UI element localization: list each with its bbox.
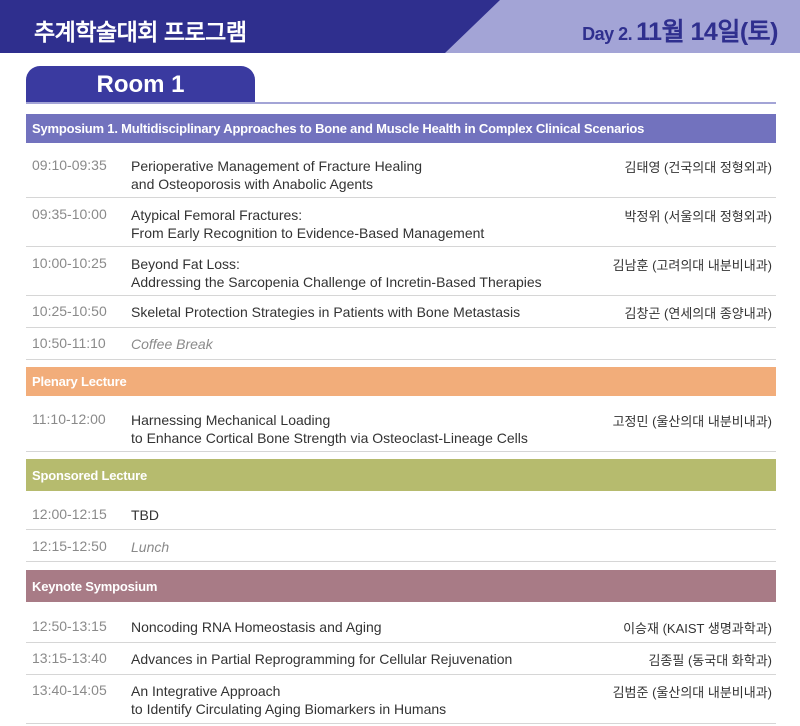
speaker: 고정민 (울산의대 내분비내과) <box>612 414 772 429</box>
session-bar-plenary: Plenary Lecture <box>26 367 776 396</box>
table-row: 13:40-14:05 An Integrative Approach to I… <box>26 675 776 724</box>
session-bar-sponsored: Sponsored Lecture <box>26 459 776 491</box>
date-label: 11월 14일(토) <box>636 18 778 46</box>
title-line: Skeletal Protection Strategies in Patien… <box>131 304 521 320</box>
title-line: Lunch <box>131 539 170 555</box>
speaker: 박정위 (서울의대 정형외과) <box>624 209 772 224</box>
session-time: 13:40-14:05 <box>32 682 107 698</box>
header-banner: 추계학술대회 프로그램 Day 2. 11월 14일(토) <box>0 0 800 53</box>
session-title: Advances in Partial Reprogramming for Ce… <box>131 650 601 668</box>
session-time: 10:25-10:50 <box>32 303 107 319</box>
title-line: Atypical Femoral Fractures: <box>131 207 303 223</box>
title-line: to Enhance Cortical Bone Strength via Os… <box>131 430 528 446</box>
session-time: 09:10-09:35 <box>32 157 107 173</box>
speaker: 김창곤 (연세의대 종양내과) <box>624 306 772 321</box>
title-line: Addressing the Sarcopenia Challenge of I… <box>131 274 542 290</box>
session-bar-symposium-1: Symposium 1. Multidisciplinary Approache… <box>26 114 776 143</box>
session-title: Harnessing Mechanical Loading to Enhance… <box>131 411 601 447</box>
session-time: 12:00-12:15 <box>32 506 107 522</box>
title-line: Noncoding RNA Homeostasis and Aging <box>131 619 382 635</box>
title-line: and Osteoporosis with Anabolic Agents <box>131 176 374 192</box>
room-tab: Room 1 <box>26 66 255 103</box>
table-row: 12:50-13:15 Noncoding RNA Homeostasis an… <box>26 609 776 643</box>
title-line: TBD <box>131 507 159 523</box>
session-bar-keynote: Keynote Symposium <box>26 570 776 602</box>
title-line: Advances in Partial Reprogramming for Ce… <box>131 651 513 667</box>
title-line: Perioperative Management of Fracture Hea… <box>131 158 423 174</box>
title-line: From Early Recognition to Evidence-Based… <box>131 225 485 241</box>
session-title: An Integrative Approach to Identify Circ… <box>131 682 601 718</box>
table-row: 13:15-13:40 Advances in Partial Reprogra… <box>26 643 776 675</box>
program-page: 추계학술대회 프로그램 Day 2. 11월 14일(토) Room 1 Symp… <box>0 0 800 726</box>
table-row: 10:00-10:25 Beyond Fat Loss: Addressing … <box>26 247 776 296</box>
session-title: TBD <box>131 506 601 524</box>
day-date: Day 2. 11월 14일(토) <box>582 12 778 48</box>
day-label: Day 2. <box>582 24 633 44</box>
session-time: 13:15-13:40 <box>32 650 107 666</box>
title-line: An Integrative Approach <box>131 683 281 699</box>
speaker: 이승재 (KAIST 생명과학과) <box>623 621 772 636</box>
table-row: 11:10-12:00 Harnessing Mechanical Loadin… <box>26 403 776 452</box>
table-row: 09:35-10:00 Atypical Femoral Fractures: … <box>26 198 776 247</box>
session-title: Beyond Fat Loss: Addressing the Sarcopen… <box>131 255 601 291</box>
session-title: Atypical Femoral Fractures: From Early R… <box>131 206 601 242</box>
table-row: 12:15-12:50 Lunch <box>26 530 776 562</box>
title-line: Harnessing Mechanical Loading <box>131 412 331 428</box>
session-title: Coffee Break <box>131 335 601 353</box>
session-time: 10:50-11:10 <box>32 335 106 351</box>
speaker: 김남훈 (고려의대 내분비내과) <box>612 258 772 273</box>
title-line: Coffee Break <box>131 336 213 352</box>
table-row: 09:10-09:35 Perioperative Management of … <box>26 149 776 198</box>
session-title: Skeletal Protection Strategies in Patien… <box>131 303 601 321</box>
session-time: 12:50-13:15 <box>32 618 107 634</box>
table-row: 12:00-12:15 TBD <box>26 498 776 530</box>
page-title: 추계학술대회 프로그램 <box>34 19 247 45</box>
session-time: 09:35-10:00 <box>32 206 107 222</box>
table-row: 10:25-10:50 Skeletal Protection Strategi… <box>26 296 776 328</box>
speaker: 김태영 (건국의대 정형외과) <box>624 160 772 175</box>
title-line: Beyond Fat Loss: <box>131 256 240 272</box>
speaker: 김종필 (동국대 화학과) <box>648 653 772 668</box>
session-time: 12:15-12:50 <box>32 538 107 554</box>
session-title: Perioperative Management of Fracture Hea… <box>131 157 601 193</box>
session-time: 10:00-10:25 <box>32 255 107 271</box>
session-time: 11:10-12:00 <box>32 411 106 427</box>
session-title: Noncoding RNA Homeostasis and Aging <box>131 618 601 636</box>
room-divider <box>26 102 776 104</box>
title-line: to Identify Circulating Aging Biomarkers… <box>131 701 447 717</box>
speaker: 김범준 (울산의대 내분비내과) <box>612 685 772 700</box>
session-title: Lunch <box>131 538 601 556</box>
table-row: 10:50-11:10 Coffee Break <box>26 328 776 360</box>
